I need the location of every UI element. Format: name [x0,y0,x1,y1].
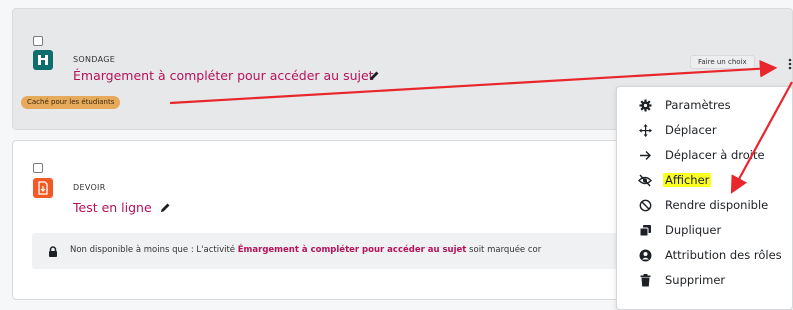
hidden-status-badge: Caché pour les étudiants [21,96,121,109]
menu-item-label: Déplacer à droite [665,148,765,162]
menu-item-assign-roles[interactable]: Attribution des rôles [617,243,793,267]
edit-pencil-icon[interactable] [159,202,171,214]
menu-item-label: Rendre disponible [665,198,769,212]
activity-type-label: SONDAGE [73,55,116,64]
menu-item-make-available[interactable]: Rendre disponible [617,193,793,217]
trash-icon [637,272,653,288]
restriction-suffix: soit marquée cor [466,245,542,255]
menu-item-move-right[interactable]: Déplacer à droite [617,143,793,167]
copy-icon [637,222,653,238]
menu-item-label: Dupliquer [665,223,722,237]
activity-title-link[interactable]: Test en ligne [73,200,152,215]
restriction-activity-link[interactable]: Émargement à compléter pour accéder au s… [238,245,467,255]
menu-item-label: Paramètres [665,98,731,112]
menu-item-move[interactable]: Déplacer [617,118,793,142]
activity-action-menu: Paramètres Déplacer Déplacer à droite Af… [616,86,793,310]
edit-pencil-icon[interactable] [368,70,380,82]
ban-circle-icon [637,197,653,213]
user-circle-icon [637,247,653,263]
gear-icon [637,97,653,113]
menu-item-show[interactable]: Afficher [617,168,793,192]
move-arrows-icon [637,122,653,138]
kebab-menu-icon[interactable] [784,57,793,71]
menu-item-label: Déplacer [665,123,717,137]
menu-item-duplicate[interactable]: Dupliquer [617,218,793,242]
select-checkbox[interactable] [33,36,43,46]
make-choice-button[interactable]: Faire un choix [690,55,755,69]
lock-icon [49,246,57,257]
select-checkbox[interactable] [33,163,43,173]
restriction-text: Non disponible à moins que : L'activité … [70,245,541,255]
activity-type-label: DEVOIR [73,183,106,192]
assignment-icon [33,178,53,198]
course-page: SONDAGE Émargement à compléter pour accé… [0,0,793,310]
menu-item-settings[interactable]: Paramètres [617,93,793,117]
arrow-right-icon [637,147,653,163]
menu-item-delete[interactable]: Supprimer [617,268,793,292]
activity-title-link[interactable]: Émargement à compléter pour accéder au s… [73,68,374,83]
menu-item-label: Afficher [663,173,712,187]
restriction-prefix: Non disponible à moins que : L'activité [70,245,238,255]
eye-slash-icon [637,172,653,188]
menu-item-label: Supprimer [665,273,726,287]
access-restriction-notice: Non disponible à moins que : L'activité … [32,233,622,269]
survey-icon [33,50,53,70]
menu-item-label: Attribution des rôles [665,248,782,262]
